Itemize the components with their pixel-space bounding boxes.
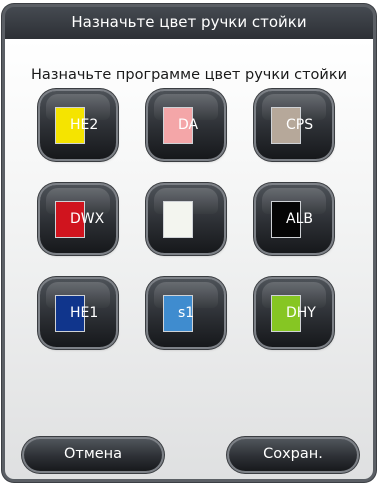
color-button-label: CPS bbox=[286, 117, 314, 133]
color-button-cps[interactable]: CPS bbox=[256, 91, 332, 159]
color-button-alb[interactable]: ALB bbox=[256, 185, 332, 253]
color-button-label: ALB bbox=[286, 211, 313, 227]
color-button-grid: HE2 DA CPS DWX ALB HE1 s1 DHY bbox=[40, 91, 332, 347]
color-button-label: s1 bbox=[178, 305, 195, 321]
color-button-white[interactable] bbox=[148, 185, 224, 253]
color-button-label: HE1 bbox=[70, 305, 99, 321]
instruction-text: Назначьте программе цвет ручки стойки bbox=[30, 67, 348, 83]
color-button-he2[interactable]: HE2 bbox=[40, 91, 116, 159]
color-button-s1[interactable]: s1 bbox=[148, 279, 224, 347]
color-button-label: DA bbox=[178, 117, 199, 133]
color-button-he1[interactable]: HE1 bbox=[40, 279, 116, 347]
cancel-button[interactable]: Отмена bbox=[24, 439, 162, 471]
color-button-label: DWX bbox=[70, 211, 105, 227]
save-button[interactable]: Сохран. bbox=[229, 439, 357, 471]
dialog-title: Назначьте цвет ручки стойки bbox=[5, 7, 373, 41]
color-button-label: HE2 bbox=[70, 117, 99, 133]
color-swatch bbox=[163, 201, 193, 238]
color-button-da[interactable]: DA bbox=[148, 91, 224, 159]
color-button-dwx[interactable]: DWX bbox=[40, 185, 116, 253]
color-button-label: DHY bbox=[286, 305, 316, 321]
color-button-dhy[interactable]: DHY bbox=[256, 279, 332, 347]
